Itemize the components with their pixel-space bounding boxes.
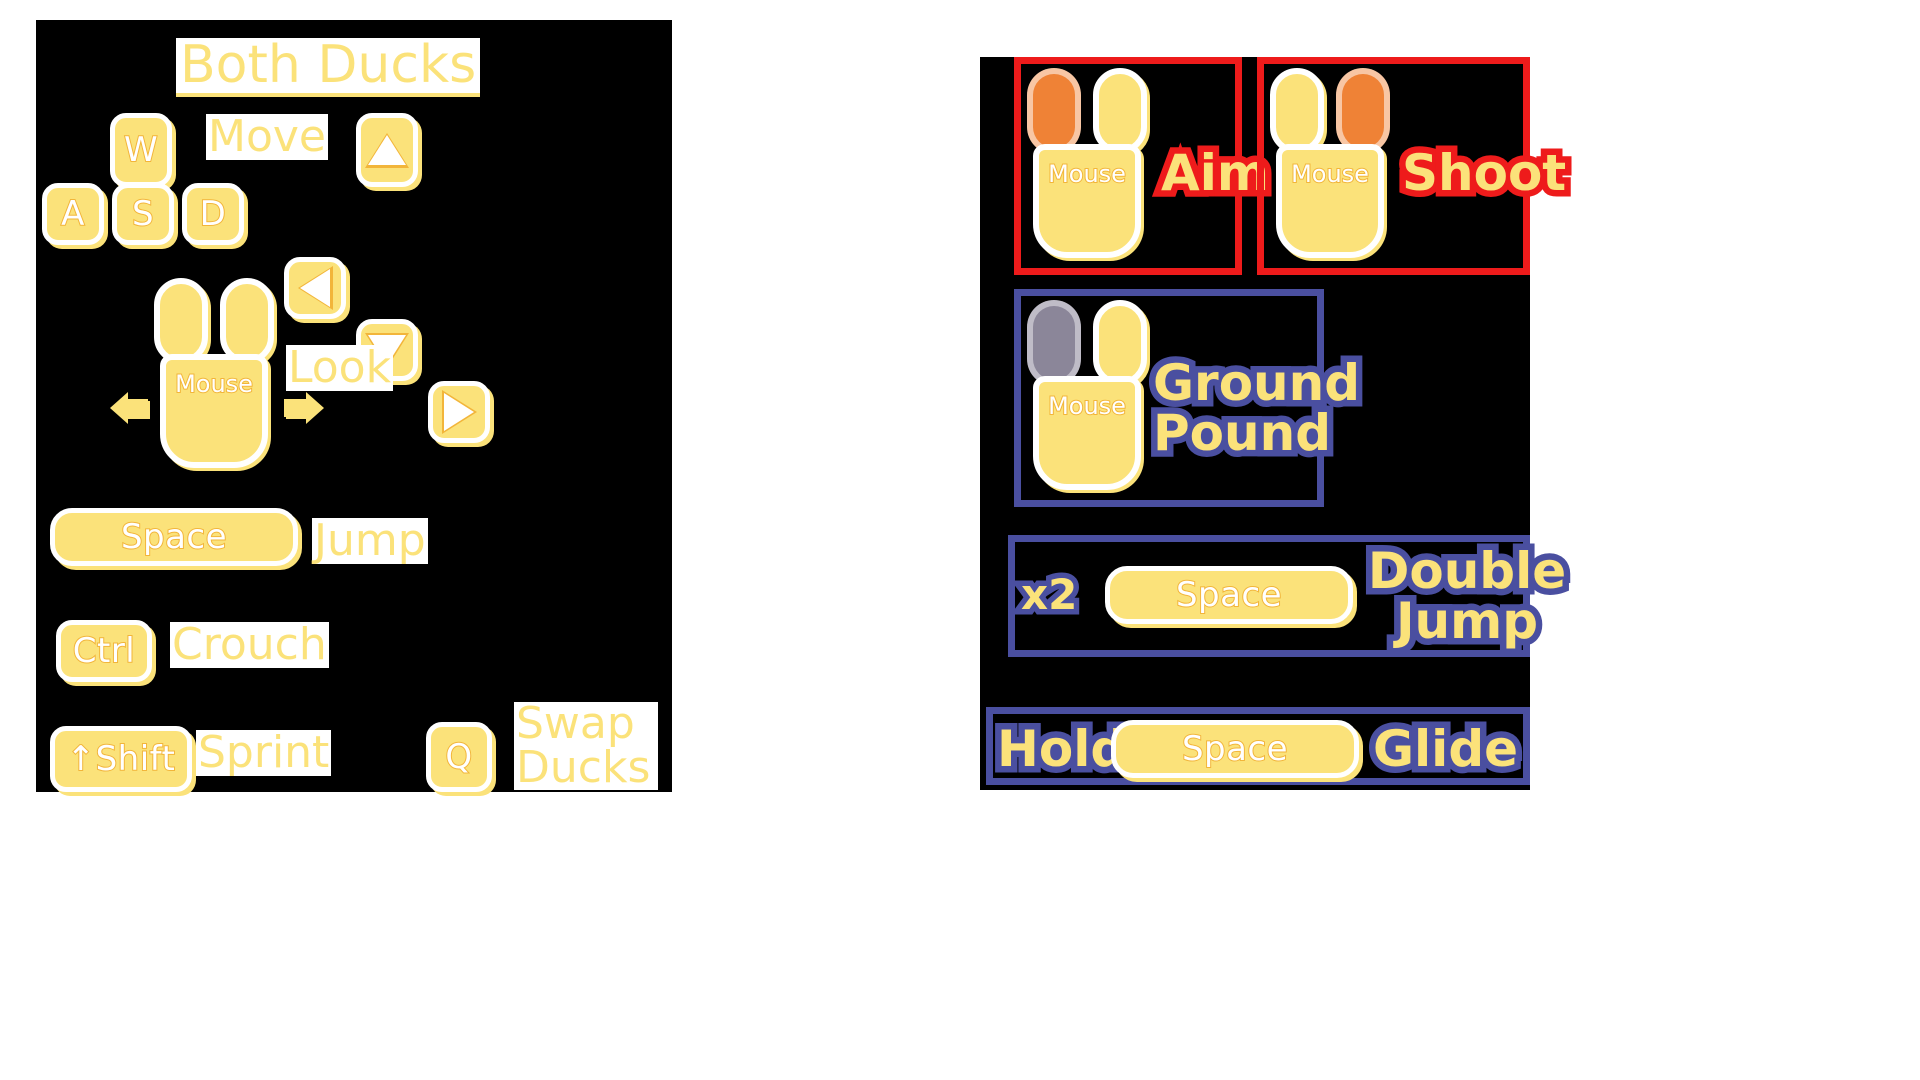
mouse-label: Mouse <box>174 369 254 399</box>
mouse-icon-look[interactable]: Mouse <box>154 278 274 468</box>
key-space-double-jump[interactable]: Space <box>1105 566 1353 624</box>
ground-pound-label-line2: Pound <box>1147 402 1338 465</box>
crouch-label: Crouch <box>170 619 329 670</box>
ground-pound-label: Ground Pound <box>1146 352 1366 465</box>
mouse-icon-shoot[interactable]: Mouse <box>1270 68 1390 258</box>
key-q[interactable]: Q <box>426 722 492 792</box>
ability-box-shoot[interactable]: Mouse Shoot <box>1257 57 1573 275</box>
mouse-right-button[interactable] <box>1093 300 1147 386</box>
jump-label: Jump <box>312 515 428 566</box>
arrow-up-icon <box>368 135 406 165</box>
mouse-body: Mouse <box>160 354 268 468</box>
ability-box-glide[interactable]: Hold Space Glide <box>986 707 1530 785</box>
ability-box-double-jump[interactable]: x2 Space Double Jump <box>1008 535 1573 657</box>
mouse-right-button[interactable] <box>1336 68 1390 154</box>
key-a[interactable]: A <box>42 183 104 245</box>
mouse-left-button[interactable] <box>1027 68 1081 154</box>
mouse-body: Mouse <box>1033 376 1141 490</box>
mouse-body: Mouse <box>1033 144 1141 258</box>
key-arrow-up[interactable] <box>356 113 418 187</box>
key-ctrl[interactable]: Ctrl <box>56 620 152 682</box>
key-d[interactable]: D <box>182 183 244 245</box>
glide-label: Glide <box>1366 717 1524 781</box>
mouse-label: Mouse <box>1290 159 1370 189</box>
arrow-left-icon <box>300 269 330 307</box>
mouse-body: Mouse <box>1276 144 1384 258</box>
sprint-label: Sprint <box>196 727 332 778</box>
mouse-left-button[interactable] <box>1270 68 1324 154</box>
both-ducks-panel: Both Ducks W A S D Move Mouse Look Space… <box>36 20 672 792</box>
swap-ducks-label-line2: Ducks <box>516 742 651 793</box>
key-space-jump[interactable]: Space <box>50 508 298 566</box>
double-jump-prefix: x2 <box>1015 568 1082 622</box>
key-shift[interactable]: ↑Shift <box>50 726 192 792</box>
look-label: Look <box>286 342 394 393</box>
ability-box-ground-pound[interactable]: Mouse Ground Pound <box>1014 289 1367 507</box>
abilities-panel: Mouse Aim Mouse Shoot Mouse Ground Pound <box>980 57 1573 790</box>
mouse-icon-aim[interactable]: Mouse <box>1027 68 1147 258</box>
mouse-label: Mouse <box>1047 159 1127 189</box>
ability-box-aim[interactable]: Mouse Aim <box>1014 57 1275 275</box>
key-space-glide[interactable]: Space <box>1111 720 1359 778</box>
mouse-icon-ground-pound[interactable]: Mouse <box>1027 300 1147 490</box>
mouse-left-button[interactable] <box>154 278 208 364</box>
move-label: Move <box>206 111 328 162</box>
swap-ducks-label: Swap Ducks <box>514 702 658 790</box>
page-title: Both Ducks <box>176 38 481 97</box>
key-s[interactable]: S <box>112 183 174 245</box>
key-arrow-left[interactable] <box>284 257 346 319</box>
double-jump-label: Double Jump <box>1361 540 1572 653</box>
aim-label: Aim <box>1155 141 1276 205</box>
key-arrow-right[interactable] <box>428 381 490 443</box>
mouse-right-button[interactable] <box>220 278 274 364</box>
mouse-label: Mouse <box>1047 391 1127 421</box>
mouse-left-button[interactable] <box>1027 300 1081 386</box>
shoot-label: Shoot <box>1395 141 1572 205</box>
double-jump-label-line2: Jump <box>1389 590 1544 653</box>
arrow-right-icon <box>444 393 474 431</box>
glide-prefix: Hold <box>990 717 1132 781</box>
mouse-right-button[interactable] <box>1093 68 1147 154</box>
key-w[interactable]: W <box>110 113 172 187</box>
